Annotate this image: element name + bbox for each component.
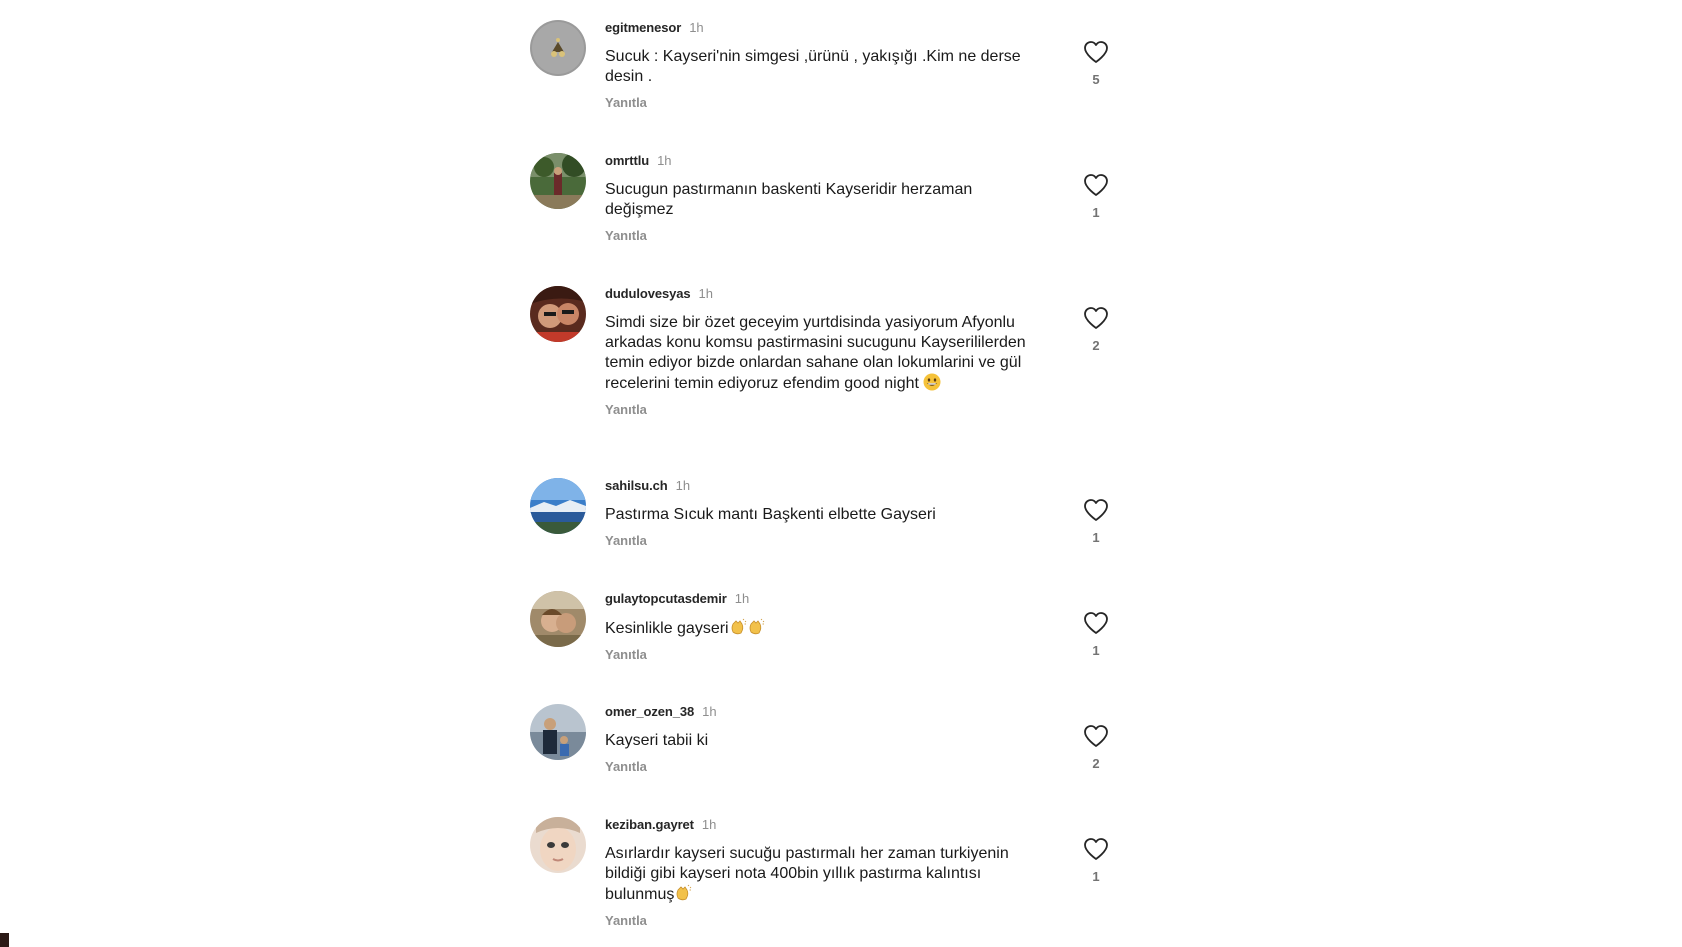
- comment-time: 1h: [689, 20, 704, 35]
- clapping-hands-emoji-icon: [674, 884, 692, 902]
- avatar[interactable]: [530, 817, 586, 873]
- comment-username[interactable]: gulaytopcutasdemir: [605, 591, 727, 606]
- avatar[interactable]: [530, 591, 586, 647]
- avatar[interactable]: [530, 153, 586, 209]
- comment-username[interactable]: dudulovesyas: [605, 286, 691, 301]
- clapping-hands-emoji-icon: [729, 618, 747, 636]
- comment-time: 1h: [701, 817, 717, 832]
- reply-button[interactable]: Yanıtla: [605, 647, 1045, 663]
- reply-button[interactable]: Yanıtla: [605, 228, 1045, 244]
- comment-meta: dudulovesyas 1h: [605, 286, 1045, 302]
- comment-time: 1h: [702, 704, 717, 719]
- comment-meta: gulaytopcutasdemir 1h: [605, 591, 1045, 607]
- avatar[interactable]: [530, 704, 586, 760]
- like-count: 1: [1092, 205, 1100, 220]
- comment-meta: egitmenesor 1h: [605, 20, 1045, 36]
- clapping-hands-emoji-icon: [747, 618, 765, 636]
- comment-meta: keziban.gayret 1h: [605, 817, 1045, 833]
- heart-outline-icon[interactable]: [1083, 611, 1109, 635]
- heart-outline-icon[interactable]: [1083, 173, 1109, 197]
- comment-body: keziban.gayret 1h Asırlardır kayseri sucu…: [605, 817, 1045, 929]
- like-count: 2: [1092, 756, 1100, 771]
- comment-text: Asırlardır kayseri sucuğu pastırmalı her…: [605, 844, 1045, 905]
- comment-text-content: Asırlardır kayseri sucuğu pastırmalı her…: [605, 845, 1009, 903]
- reply-button[interactable]: Yanıtla: [605, 402, 1045, 418]
- comment-text: Kayseri tabii ki: [605, 732, 709, 749]
- comment-meta: sahilsu.ch 1h: [605, 478, 1045, 494]
- avatar[interactable]: [530, 20, 586, 76]
- reply-button[interactable]: Yanıtla: [605, 95, 1045, 111]
- comment-text-content: Simdi size bir özet geceyim yurtdisinda …: [605, 314, 1026, 392]
- like-count: 1: [1092, 869, 1100, 884]
- comment-meta: omer_ozen_38 1h: [605, 704, 1045, 720]
- like-count: 2: [1092, 338, 1100, 353]
- avatar[interactable]: [530, 286, 586, 342]
- comment-text-content: Kesinlikle gayseri: [605, 620, 729, 637]
- comment-body: sahilsu.ch 1h Pastırma Sıcuk mantı Başken…: [605, 478, 1045, 549]
- like-area: 1: [1078, 837, 1114, 885]
- comment-body: omrttlu 1h Sucugun pastırmanın baskenti K…: [605, 153, 1045, 244]
- comment-body: egitmenesor 1h Sucuk : Kayseri'nin simges…: [605, 20, 1045, 111]
- comment-body: gulaytopcutasdemir 1h Kesinlikle gayseri …: [605, 591, 1045, 663]
- comments-panel: egitmenesor 1h Sucuk : Kayseri'nin simges…: [0, 0, 1682, 947]
- grinning-face-emoji-icon: [923, 373, 941, 391]
- reply-button[interactable]: Yanıtla: [605, 759, 1045, 775]
- corner-edge-artifact: [0, 933, 9, 947]
- comment-time: 1h: [698, 286, 713, 301]
- comment-text: Simdi size bir özet geceyim yurtdisinda …: [605, 313, 1045, 394]
- heart-outline-icon[interactable]: [1083, 837, 1109, 861]
- heart-outline-icon[interactable]: [1083, 724, 1109, 748]
- reply-button[interactable]: Yanıtla: [605, 533, 1045, 549]
- like-count: 1: [1092, 643, 1100, 658]
- heart-outline-icon[interactable]: [1083, 40, 1109, 64]
- like-count: 1: [1092, 530, 1100, 545]
- comment-text: Sucugun pastırmanın baskenti Kayseridir …: [605, 181, 973, 218]
- like-area: 1: [1078, 173, 1114, 221]
- avatar[interactable]: [530, 478, 586, 534]
- comment-username[interactable]: omer_ozen_38: [605, 704, 694, 719]
- like-count: 5: [1092, 72, 1100, 87]
- comment-text: Sucuk : Kayseri'nin simgesi ,ürünü , yak…: [605, 48, 1021, 85]
- comment-body: omer_ozen_38 1h Kayseri tabii ki Yanıtla: [605, 704, 1045, 775]
- comment-time: 1h: [734, 591, 750, 606]
- heart-outline-icon[interactable]: [1083, 498, 1109, 522]
- comment-time: 1h: [675, 478, 691, 493]
- comment-username[interactable]: sahilsu.ch: [605, 478, 668, 493]
- reply-button[interactable]: Yanıtla: [605, 913, 1045, 929]
- like-area: 5: [1078, 40, 1114, 88]
- comment-text: Pastırma Sıcuk mantı Başkenti elbette Ga…: [605, 506, 936, 523]
- comment-text: Kesinlikle gayseri: [605, 618, 1045, 639]
- heart-outline-icon[interactable]: [1083, 306, 1109, 330]
- comment-body: dudulovesyas 1h Simdi size bir özet gecey…: [605, 286, 1045, 418]
- like-area: 1: [1078, 611, 1114, 659]
- comment-username[interactable]: egitmenesor: [605, 20, 681, 35]
- like-area: 1: [1078, 498, 1114, 546]
- comment-meta: omrttlu 1h: [605, 153, 1045, 169]
- comment-username[interactable]: omrttlu: [605, 153, 649, 168]
- like-area: 2: [1078, 306, 1114, 354]
- like-area: 2: [1078, 724, 1114, 772]
- comment-time: 1h: [657, 153, 672, 168]
- comment-username[interactable]: keziban.gayret: [605, 817, 694, 832]
